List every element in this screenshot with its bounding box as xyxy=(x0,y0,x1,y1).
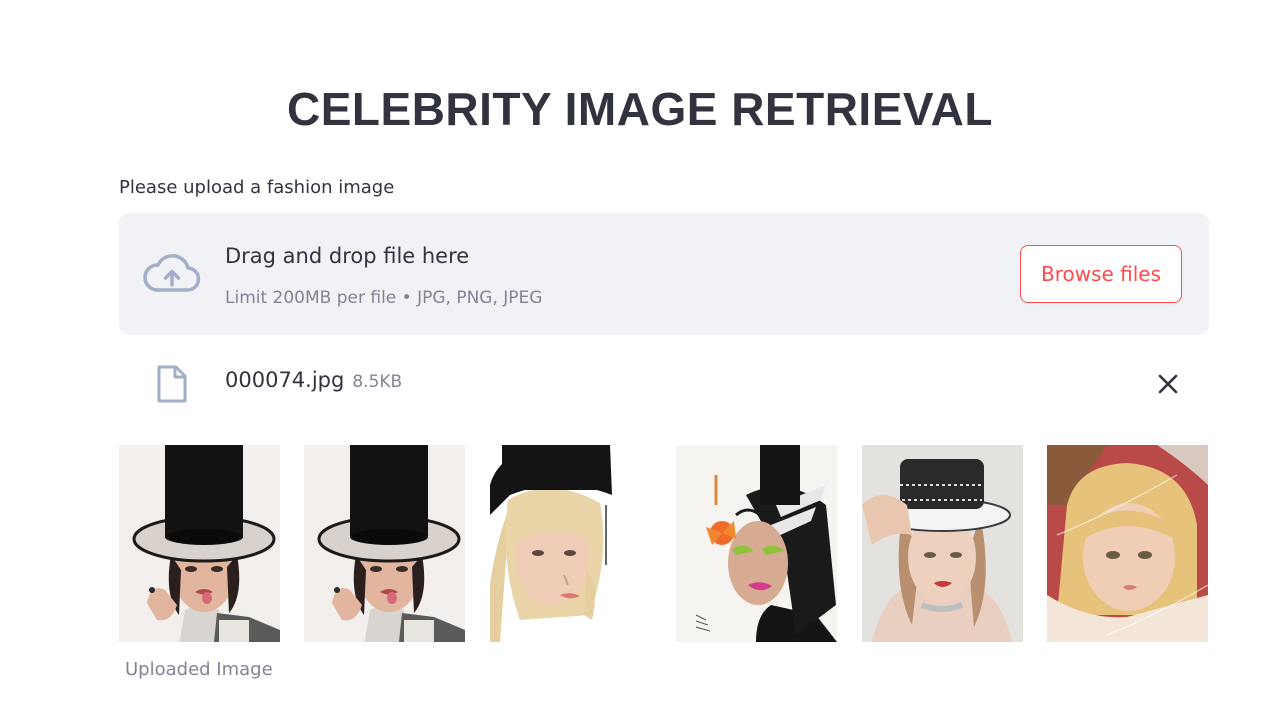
result-image-3 xyxy=(490,445,651,642)
result-image-4 xyxy=(676,445,837,642)
result-image-5 xyxy=(862,445,1023,642)
page-title: CELEBRITY IMAGE RETRIEVAL xyxy=(287,83,993,135)
result-image-2 xyxy=(304,445,465,642)
browse-files-button[interactable]: Browse files xyxy=(1020,245,1182,303)
image-caption: Uploaded Image xyxy=(125,659,273,680)
cloud-upload-icon xyxy=(143,254,201,292)
uploader-label: Please upload a fashion image xyxy=(119,177,395,198)
file-icon xyxy=(157,365,187,403)
close-icon[interactable] xyxy=(1155,371,1181,397)
file-name-text: 000074.jpg xyxy=(225,368,345,392)
dropzone-limits: Limit 200MB per file • JPG, PNG, JPEG xyxy=(225,288,543,308)
file-size: 8.5KB xyxy=(352,372,403,392)
result-image-6 xyxy=(1047,445,1208,642)
result-image-1 xyxy=(119,445,280,642)
uploaded-file-row: 000074.jpg 8.5KB xyxy=(119,360,1209,408)
dropzone-instructions: Drag and drop file here xyxy=(225,244,470,268)
uploaded-file-name: 000074.jpg 8.5KB xyxy=(225,368,402,392)
file-dropzone[interactable]: Drag and drop file here Limit 200MB per … xyxy=(119,213,1209,335)
result-gallery xyxy=(119,445,1209,642)
